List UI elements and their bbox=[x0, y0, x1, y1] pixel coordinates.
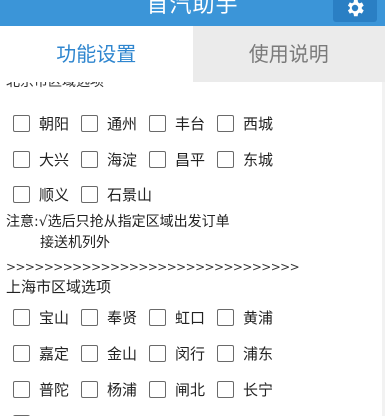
title-bar: 首汽助手 bbox=[0, 0, 385, 26]
district-option[interactable]: 金山 bbox=[81, 342, 149, 364]
district-option[interactable]: 宝山 bbox=[13, 306, 81, 328]
settings-button[interactable] bbox=[333, 0, 377, 22]
district-label: 东城 bbox=[243, 150, 274, 169]
district-option[interactable]: 通州 bbox=[81, 112, 149, 134]
district-option[interactable]: 朝阳 bbox=[13, 112, 81, 134]
district-option[interactable]: 普陀 bbox=[13, 378, 81, 400]
district-option[interactable]: 西城 bbox=[217, 112, 285, 134]
shanghai-row-1: 宝山 奉贤 虹口 黄浦 bbox=[13, 306, 285, 328]
district-option[interactable] bbox=[13, 412, 81, 416]
district-label: 通州 bbox=[107, 114, 138, 133]
tab-function-settings[interactable]: 功能设置 bbox=[0, 26, 193, 82]
district-option[interactable]: 闵行 bbox=[149, 342, 217, 364]
district-checkbox[interactable] bbox=[81, 380, 98, 398]
district-label: 普陀 bbox=[39, 380, 70, 399]
district-option[interactable]: 嘉定 bbox=[13, 342, 81, 364]
district-label: 杨浦 bbox=[107, 380, 138, 399]
district-option[interactable]: 丰台 bbox=[149, 112, 217, 134]
district-label: 奉贤 bbox=[107, 308, 138, 327]
district-checkbox[interactable] bbox=[217, 114, 234, 132]
district-option[interactable]: 虹口 bbox=[149, 306, 217, 328]
district-checkbox[interactable] bbox=[217, 344, 234, 362]
district-option[interactable]: 闸北 bbox=[149, 378, 217, 400]
district-checkbox[interactable] bbox=[217, 380, 234, 398]
district-option[interactable]: 长宁 bbox=[217, 378, 285, 400]
district-label: 闵行 bbox=[175, 344, 206, 363]
district-label: 石景山 bbox=[107, 185, 153, 204]
shanghai-section-title: 上海市区域选项 bbox=[6, 278, 112, 296]
note-text-continued: 接送机列外 bbox=[40, 235, 110, 251]
district-checkbox[interactable] bbox=[149, 380, 166, 398]
district-option[interactable]: 石景山 bbox=[81, 183, 153, 205]
district-label: 宝山 bbox=[39, 308, 70, 327]
district-option[interactable]: 浦东 bbox=[217, 342, 285, 364]
district-label: 顺义 bbox=[39, 185, 70, 204]
district-checkbox[interactable] bbox=[81, 114, 98, 132]
app-title: 首汽助手 bbox=[146, 0, 239, 18]
district-checkbox[interactable] bbox=[217, 308, 234, 326]
district-checkbox[interactable] bbox=[149, 344, 166, 362]
beijing-row-1: 朝阳 通州 丰台 西城 bbox=[13, 112, 285, 134]
shanghai-row-3: 普陀 杨浦 闸北 长宁 bbox=[13, 378, 285, 400]
district-checkbox[interactable] bbox=[81, 150, 98, 168]
district-option[interactable]: 昌平 bbox=[149, 148, 217, 170]
district-option[interactable]: 大兴 bbox=[13, 148, 81, 170]
district-checkbox[interactable] bbox=[13, 185, 30, 203]
district-label: 闸北 bbox=[175, 380, 206, 399]
district-label: 昌平 bbox=[175, 150, 206, 169]
district-label: 浦东 bbox=[243, 344, 274, 363]
district-option[interactable]: 海淀 bbox=[81, 148, 149, 170]
district-checkbox[interactable] bbox=[81, 344, 98, 362]
tab-instructions[interactable]: 使用说明 bbox=[192, 26, 385, 82]
district-label: 虹口 bbox=[175, 308, 206, 327]
district-option[interactable]: 东城 bbox=[217, 148, 285, 170]
beijing-row-3: 顺义 石景山 bbox=[13, 183, 153, 205]
district-label: 黄浦 bbox=[243, 308, 274, 327]
beijing-section-title: 北京市区域选项 bbox=[6, 82, 104, 90]
district-checkbox[interactable] bbox=[13, 380, 30, 398]
district-checkbox[interactable] bbox=[149, 114, 166, 132]
district-label: 嘉定 bbox=[39, 344, 70, 363]
district-option[interactable]: 杨浦 bbox=[81, 378, 149, 400]
district-label: 大兴 bbox=[39, 150, 70, 169]
note-text: 注意:√选后只抢从指定区域出发订单 bbox=[6, 214, 230, 230]
district-label: 朝阳 bbox=[39, 114, 70, 133]
district-checkbox[interactable] bbox=[13, 344, 30, 362]
district-option[interactable]: 奉贤 bbox=[81, 306, 149, 328]
gear-icon bbox=[347, 0, 364, 17]
district-label: 海淀 bbox=[107, 150, 138, 169]
district-checkbox[interactable] bbox=[13, 150, 30, 168]
district-checkbox[interactable] bbox=[13, 308, 30, 326]
district-label: 金山 bbox=[107, 344, 138, 363]
tab-bar: 功能设置 使用说明 bbox=[0, 26, 385, 82]
district-option[interactable]: 顺义 bbox=[13, 183, 81, 205]
district-checkbox[interactable] bbox=[149, 150, 166, 168]
district-checkbox[interactable] bbox=[217, 150, 234, 168]
shanghai-row-2: 嘉定 金山 闵行 浦东 bbox=[13, 342, 285, 364]
district-label: 西城 bbox=[243, 114, 274, 133]
district-option[interactable]: 黄浦 bbox=[217, 306, 285, 328]
district-checkbox[interactable] bbox=[81, 308, 98, 326]
shanghai-row-4-partial bbox=[13, 412, 81, 416]
settings-content: 北京市区域选项 朝阳 通州 丰台 西城 大兴 海淀 昌平 东城 顺义 石景山 注… bbox=[0, 82, 385, 416]
district-label: 丰台 bbox=[175, 114, 206, 133]
section-separator: >>>>>>>>>>>>>>>>>>>>>>>>>>>>>>> bbox=[6, 260, 300, 274]
district-checkbox[interactable] bbox=[149, 308, 166, 326]
district-label: 长宁 bbox=[243, 380, 274, 399]
district-checkbox[interactable] bbox=[13, 114, 30, 132]
district-checkbox[interactable] bbox=[81, 185, 98, 203]
beijing-row-2: 大兴 海淀 昌平 东城 bbox=[13, 148, 285, 170]
